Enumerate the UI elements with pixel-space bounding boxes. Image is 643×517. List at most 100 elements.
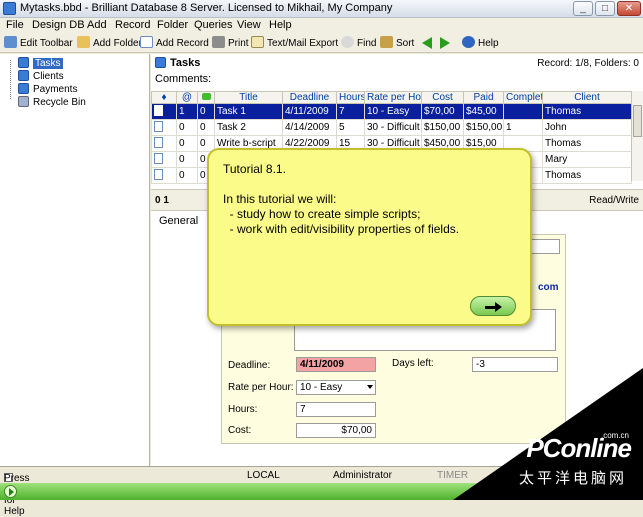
table-row[interactable]: 0 0 Task 2 4/14/2009 5 30 - Difficult $1… — [151, 119, 632, 136]
menu-file[interactable]: File — [6, 19, 24, 31]
cell: 7 — [336, 103, 365, 120]
cell: 0 — [197, 119, 215, 136]
print-button[interactable]: Print — [212, 36, 249, 51]
col-rate[interactable]: Rate per Hour — [364, 91, 422, 104]
tab-general[interactable]: General — [159, 215, 198, 227]
record-icon — [140, 36, 153, 48]
window-title: Mytasks.bbd - Brilliant Database 8 Serve… — [20, 2, 393, 14]
user-status: Administrator — [333, 470, 392, 481]
cost-label: Cost: — [228, 425, 252, 436]
col-note[interactable] — [197, 91, 215, 104]
play-icon[interactable] — [4, 485, 17, 498]
cell: John — [542, 119, 632, 136]
cell: 0 — [176, 135, 198, 152]
cell: 0 — [176, 151, 198, 168]
cell: Task 1 — [214, 103, 283, 120]
col-cost[interactable]: Cost — [421, 91, 464, 104]
help-button[interactable]: Help — [462, 36, 499, 51]
tree-item-clients[interactable]: Clients — [18, 70, 64, 83]
cell: 10 - Easy — [364, 103, 422, 120]
next-button[interactable] — [470, 296, 516, 316]
table-icon — [18, 70, 29, 81]
menu-queries[interactable]: Queries — [194, 19, 233, 31]
menu-add[interactable]: Add — [87, 19, 107, 31]
page-title: Tasks — [155, 57, 200, 69]
chevron-down-icon — [367, 385, 373, 389]
scrollbar-thumb[interactable] — [633, 105, 642, 137]
cell: 4/11/2009 — [282, 103, 337, 120]
menu-design-db[interactable]: Design DB — [32, 19, 85, 31]
deadline-label: Deadline: — [228, 360, 271, 371]
app-icon — [3, 2, 16, 15]
tutorial-item: - work with edit/visibility properties o… — [223, 222, 460, 236]
col-hours[interactable]: Hours — [336, 91, 365, 104]
cell: 0 — [197, 103, 215, 120]
cell: $150,00 — [463, 119, 504, 136]
row-doc-cell — [151, 151, 177, 168]
tutorial-intro: In this tutorial we will: — [223, 192, 337, 206]
cost-field[interactable]: $70,00 — [296, 423, 376, 438]
row-doc-cell — [151, 119, 177, 136]
attachment-count[interactable]: 0 1 — [155, 195, 169, 206]
col-deadline[interactable]: Deadline — [282, 91, 337, 104]
comments-label: Comments: — [155, 73, 212, 85]
title-bar: Mytasks.bbd - Brilliant Database 8 Serve… — [0, 0, 643, 18]
col-paid[interactable]: Paid — [463, 91, 504, 104]
tree-item-payments[interactable]: Payments — [18, 83, 77, 96]
cell — [503, 103, 543, 120]
find-button[interactable]: Find — [341, 36, 376, 51]
table-header: ♦ @ Title Deadline Hours Rate per Hour C… — [151, 91, 632, 104]
rate-select[interactable]: 10 - Easy — [296, 380, 376, 395]
tree-item-tasks[interactable]: Tasks — [18, 57, 63, 70]
tutorial-note: Tutorial 8.1. In this tutorial we will: … — [207, 148, 532, 326]
edit-toolbar-button[interactable]: Edit Toolbar — [4, 36, 73, 51]
url-fragment: com — [538, 282, 559, 293]
arrow-right-icon — [485, 302, 502, 312]
cell: Task 2 — [214, 119, 283, 136]
forward-arrow-icon[interactable] — [440, 37, 450, 49]
menu-view[interactable]: View — [237, 19, 261, 31]
watermark-logo: PConline — [526, 433, 632, 463]
cell: 0 — [176, 119, 198, 136]
col-title[interactable]: Title — [214, 91, 283, 104]
help-icon — [462, 36, 475, 48]
maximize-icon[interactable]: □ — [595, 1, 615, 16]
menu-help[interactable]: Help — [269, 19, 292, 31]
col-attachments[interactable]: @ — [176, 91, 198, 104]
cell: 0 — [176, 167, 198, 184]
hours-field[interactable]: 7 — [296, 402, 376, 417]
document-icon — [154, 104, 163, 116]
table-icon — [18, 83, 29, 94]
cell: $70,00 — [421, 103, 464, 120]
menu-folder[interactable]: Folder — [157, 19, 188, 31]
tree-item-recycle-bin[interactable]: Recycle Bin — [18, 96, 86, 109]
watermark-chinese: 太平洋电脑网 — [518, 470, 627, 487]
table-row[interactable]: 1 0 Task 1 4/11/2009 7 10 - Easy $70,00 … — [151, 103, 632, 120]
server-status: LOCAL — [247, 470, 280, 481]
col-complete[interactable]: Complete — [503, 91, 543, 104]
tutorial-heading: Tutorial 8.1. — [223, 162, 286, 176]
sort-button[interactable]: Sort — [380, 36, 414, 51]
cell: Thomas — [542, 103, 632, 120]
text-mail-export-button[interactable]: Text/Mail Export — [251, 36, 338, 51]
document-icon — [154, 136, 163, 148]
deadline-field[interactable]: 4/11/2009 — [296, 357, 376, 372]
cell: 4/14/2009 — [282, 119, 337, 136]
add-folder-button[interactable]: Add Folder — [77, 36, 142, 51]
menu-record[interactable]: Record — [115, 19, 150, 31]
document-icon — [154, 168, 163, 180]
edit-toolbar-icon — [4, 36, 17, 48]
col-marker[interactable]: ♦ — [151, 91, 177, 104]
printer-icon — [212, 36, 225, 48]
close-icon[interactable]: ✕ — [617, 1, 641, 16]
table-scrollbar[interactable] — [631, 91, 643, 181]
note-icon — [201, 93, 211, 100]
cell: $45,00 — [463, 103, 504, 120]
back-arrow-icon[interactable] — [422, 37, 432, 49]
col-client[interactable]: Client — [542, 91, 632, 104]
add-record-button[interactable]: Add Record — [140, 36, 209, 51]
minimize-icon[interactable]: _ — [573, 1, 593, 16]
read-write-status: Read/Write — [589, 195, 639, 206]
tutorial-item: - study how to create simple scripts; — [223, 207, 421, 221]
cell: 1 — [503, 119, 543, 136]
